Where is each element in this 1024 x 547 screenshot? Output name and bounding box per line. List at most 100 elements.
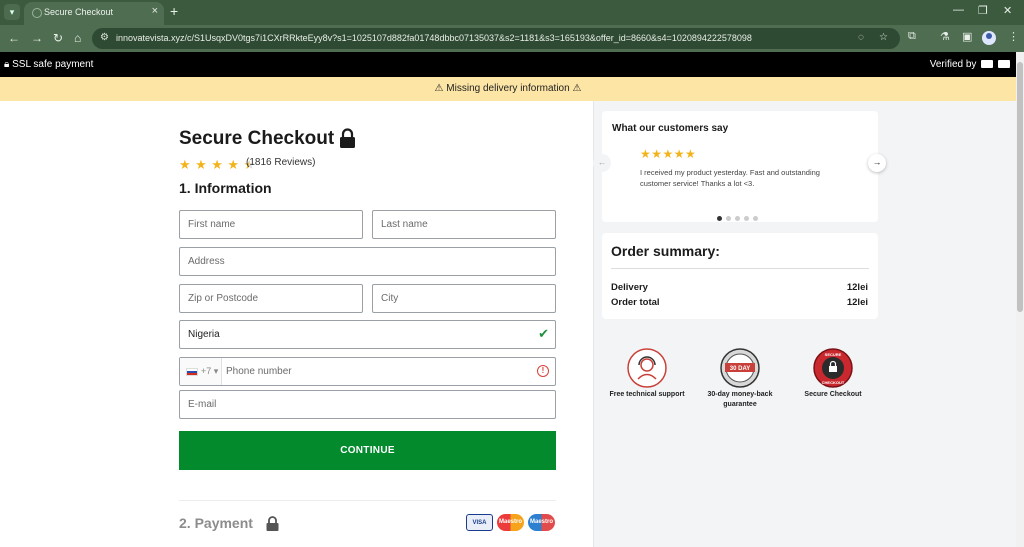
scrollbar-thumb[interactable] [1017,62,1023,312]
testimonial-text: I received my product yesterday. Fast an… [640,168,820,188]
summary-divider [611,268,869,269]
phone-field[interactable]: +7 ▾ Phone number ! [179,357,556,386]
ssl-lock-icon: 🔒︎ [4,59,10,70]
secure-checkout-seal-icon: SECURE CHECKOUT [813,348,853,388]
browser-tab-bar: ▾ Secure Checkout × + — ❐ ✕ [0,0,1024,25]
country-value: Nigeria [188,329,220,340]
restore-icon[interactable]: ❐ [978,4,988,17]
secure-seal-top-text: SECURE [825,352,842,357]
back-icon[interactable]: ← [8,31,20,45]
ssl-label: 🔒︎ SSL safe payment [4,59,94,70]
secure-checkout-badge-label: Secure Checkout [804,391,862,398]
first-name-placeholder: First name [188,219,236,230]
phone-placeholder: Phone number [226,366,292,377]
new-tab-icon[interactable]: + [170,3,178,19]
last-name-placeholder: Last name [381,219,428,230]
money-back-badge-label: 30-day money-back guarantee [707,391,773,408]
tab-title: Secure Checkout [44,7,114,17]
support-headset-icon [627,348,667,388]
favicon-icon [32,8,42,18]
order-total-value: 12lei [846,297,868,308]
star-icon: ★ [195,157,207,172]
phone-code: +7 ▾ [201,366,219,376]
carousel-dot[interactable] [735,216,740,221]
verified-logo-icon [998,60,1010,69]
tab-close-icon[interactable]: × [152,5,158,17]
city-placeholder: City [381,293,399,304]
money-back-seal-icon: 30 DAY [720,348,760,388]
carousel-dots [717,208,762,226]
money-back-seal-text: 30 DAY [730,366,750,372]
verified-by: Verified by [930,59,1010,70]
extensions-icon[interactable]: ⧉ [908,30,916,43]
testimonials-card: What our customers say ★★★★★ I received … [602,111,878,222]
zip-field[interactable]: Zip or Postcode [179,284,363,313]
missing-delivery-warning: ⚠ Missing delivery information ⚠ [0,77,1016,101]
reload-icon[interactable]: ↻ [53,31,63,45]
home-icon[interactable]: ⌂ [74,31,81,45]
carousel-dot[interactable] [717,216,722,221]
email-field[interactable]: E-mail [179,390,556,419]
delivery-value: 12lei [846,282,868,293]
eye-off-icon[interactable]: ◌ [858,32,864,43]
lock-icon [340,128,355,148]
city-field[interactable]: City [372,284,556,313]
forward-icon[interactable]: → [31,31,43,45]
valid-check-icon: ✔ [538,326,549,341]
tab-search-icon[interactable]: ▾ [4,4,20,20]
url-text[interactable]: innovatevista.xyz/c/S1UsqxDV0tgs7i1CXrRR… [116,33,752,43]
carousel-dot[interactable] [726,216,731,221]
menu-kebab-icon[interactable]: ⋮ [1008,30,1019,43]
site-info-icon[interactable]: ⚙ [100,32,109,43]
country-select[interactable]: Nigeria ✔ [179,320,556,349]
window-close-icon[interactable]: ✕ [1003,4,1012,17]
address-field[interactable]: Address [179,247,556,276]
carousel-prev-arrow-icon[interactable]: ← [593,154,611,172]
error-icon: ! [537,365,549,377]
russia-flag-icon [186,368,198,376]
carousel-next-arrow-icon[interactable]: → [868,154,886,172]
minimize-icon[interactable]: — [953,4,964,16]
carousel-dot[interactable] [744,216,749,221]
order-total-label: Order total [611,297,660,308]
payment-lock-icon [266,516,279,531]
labs-flask-icon[interactable]: ⚗ [940,30,950,43]
support-badge-label: Free technical support [609,391,685,398]
maestro-logo-icon: Maestro [528,514,555,531]
delivery-label: Delivery [611,282,648,293]
carousel-dot[interactable] [753,216,758,221]
last-name-field[interactable]: Last name [372,210,556,239]
order-summary-card: Order summary: Delivery 12lei Order tota… [602,233,878,319]
reviews-count: (1816 Reviews) [246,157,316,168]
page-title: Secure Checkout [179,128,335,149]
secure-seal-bottom-text: CHECKOUT [822,380,845,385]
visa-logo-icon: VISA [466,514,493,531]
warning-icon: ⚠ [434,83,444,94]
section-payment-title[interactable]: 2. Payment [179,515,253,531]
profile-avatar[interactable] [982,31,996,45]
star-icon: ★ [179,157,191,172]
side-panel-icon[interactable]: ▣ [962,30,972,43]
rating-stars: ★ ★ ★ ★ ★ [179,156,255,172]
continue-button[interactable]: CONTINUE [179,431,556,470]
section-divider [179,500,556,501]
star-icon: ★ [211,157,223,172]
warning-icon: ⚠ [572,83,582,94]
testimonial-stars: ★★★★★ [640,147,697,161]
phone-country-code-select[interactable]: +7 ▾ [180,358,222,385]
section-information-title: 1. Information [179,180,272,196]
zip-placeholder: Zip or Postcode [188,293,259,304]
address-bar[interactable]: ⚙ innovatevista.xyz/c/S1UsqxDV0tgs7i1CXr… [92,28,900,49]
verified-logo-icon [981,60,994,69]
ssl-bar: 🔒︎ SSL safe payment Verified by [0,52,1016,77]
bookmark-star-icon[interactable]: ☆ [879,32,888,43]
first-name-field[interactable]: First name [179,210,363,239]
star-icon: ★ [227,157,239,172]
browser-toolbar: ← → ↻ ⌂ ⚙ innovatevista.xyz/c/S1UsqxDV0t… [0,25,1024,52]
browser-tab[interactable]: Secure Checkout × [24,2,164,25]
page-scrollbar[interactable] [1016,52,1024,547]
mastercard-logo-icon: Maestro [497,514,524,531]
address-placeholder: Address [188,256,225,267]
email-placeholder: E-mail [188,399,217,410]
order-summary-title: Order summary: [611,243,720,259]
